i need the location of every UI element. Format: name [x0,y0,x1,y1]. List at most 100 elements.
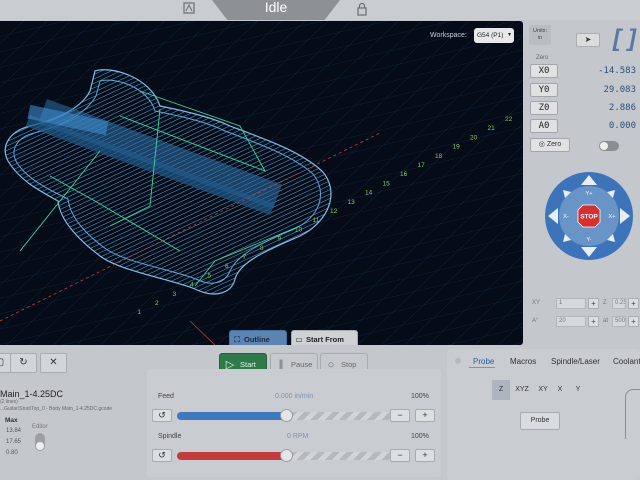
stop-label: STOP [580,214,598,221]
probe-axis-y[interactable]: Y [571,380,585,400]
workspace-label: Workspace: [430,32,467,39]
axis-row-a: A0 0.000 [530,119,638,133]
spindle-slider[interactable] [177,449,395,462]
zero-section-label: Zero [536,55,549,61]
grid-number: 6 [225,263,229,270]
zero-a-button[interactable]: A0 [530,119,558,133]
grid-number: 5 [208,272,212,279]
grid-number: 2 [155,300,159,307]
z-position-value: 2.886 [608,103,636,113]
step-xy-plus-button[interactable]: + [588,298,599,309]
feed-label: Feed [158,393,174,400]
probe-button[interactable]: Probe [520,412,560,430]
outline-label: Outline [244,335,270,344]
x-position-value: -14.583 [598,66,636,76]
reset-icon: ↺ [158,410,166,420]
units-box[interactable]: Units: in [529,25,551,45]
grid-number: 12 [330,208,338,215]
grid-number: 15 [383,180,391,187]
grid-number: 21 [488,125,496,132]
tab-probe[interactable]: Probe [473,357,494,366]
feed-percent: 100% [411,393,429,400]
step-xy-label: XY [532,300,541,306]
probe-axis-z[interactable]: Z [492,380,510,400]
send-button[interactable]: ➤ [576,33,600,47]
start-from-label: Start From [306,335,344,344]
zero-toggle[interactable] [599,141,619,151]
machine-state-tab: Idle [212,0,340,20]
toolpath-render: 22212019181716151413121110987654321 [0,21,523,345]
tools-panel: Probe Macros Spindle/Laser Coolant Z XYZ… [447,349,640,480]
zero-x-button[interactable]: X0 [530,64,558,78]
x-minus-label: X- [563,214,569,220]
start-label: Start [240,360,256,369]
close-file-button[interactable]: ✕ [40,353,67,373]
workspace-select[interactable]: G54 (P1) ▾ [474,28,514,43]
grid-number: 13 [348,199,356,206]
tab-spindle-laser[interactable]: Spindle/Laser [551,357,600,366]
file-name: Main_1-4.25DC [0,389,64,399]
step-a-label: A° [532,318,539,324]
probe-diagram-icon [625,389,640,439]
target-icon: ◎ [538,141,545,148]
feed-reset-button[interactable]: ↺ [152,409,172,422]
tab-coolant[interactable]: Coolant [613,357,640,366]
grid-number: 1 [138,309,142,316]
spindle-slider-knob[interactable] [280,449,293,462]
grid-number: 16 [400,171,408,178]
tab-indicator-icon [455,358,461,364]
step-z-label: Z [603,300,607,306]
spindle-decrease-button[interactable]: − [390,449,410,462]
lock-icon[interactable] [356,2,370,16]
reload-icon: ↻ [19,357,28,368]
right-panel: Units: in ➤ [] Zero X0 -14.583 Y0 29.083… [526,21,640,345]
active-tab-underline [469,367,495,368]
grid-number: 22 [505,116,513,123]
grid-number: 20 [470,134,478,141]
spindle-reset-button[interactable]: ↺ [152,449,172,462]
units-value: in [537,35,543,41]
zero-z-button[interactable]: Z0 [530,101,558,115]
send-icon: ➤ [584,35,592,44]
reset-icon: ↺ [158,450,166,460]
folder-icon: ▢ [0,357,4,368]
chevron-down-icon: ▾ [507,32,511,38]
visualizer-canvas[interactable]: 22 21 20 19 18 17 16 15 14 13 12 11 10 9 8 7 6 5 4 3 2 1 Work… [0,21,523,345]
grid-number: 18 [435,153,443,160]
grid-number: 7 [243,254,247,261]
feed-slider[interactable] [177,409,395,422]
zero-all-button[interactable]: ◎ Zero [530,138,570,152]
probe-axis-xyz[interactable]: XYZ [511,380,533,400]
close-icon: ✕ [49,357,58,368]
probe-icon[interactable] [183,2,197,16]
step-z-input[interactable]: 0.25 [612,298,626,309]
feed-increase-button[interactable]: + [415,409,435,422]
max-label: Max [5,417,18,424]
tab-macros[interactable]: Macros [510,357,536,366]
overrides-card: Feed 0.000 in/min 100% ↺ − + Spindle 0 R… [147,369,441,477]
probe-axis-x[interactable]: X [553,380,567,400]
step-xy-input[interactable]: 1 [556,298,586,309]
step-at-label: at [603,318,609,324]
spindle-percent: 100% [411,433,429,440]
step-z-plus-button[interactable]: + [628,298,639,309]
stop-job-label: Stop [341,360,357,369]
y-position-value: 29.083 [603,85,636,95]
step-at-plus-button[interactable]: + [628,316,639,327]
step-row-a: A° 20 + at 500 + [526,316,640,328]
feed-decrease-button[interactable]: − [390,409,410,422]
zero-y-button[interactable]: Y0 [530,83,558,97]
feed-slider-knob[interactable] [280,409,293,422]
x-plus-label: X+ [609,214,616,220]
probe-axis-xy[interactable]: XY [533,380,553,400]
grid-number: 3 [173,291,177,298]
step-at-input[interactable]: 500 [612,316,626,327]
reload-button[interactable]: ↻ [10,353,37,373]
grid-number: 4 [190,282,194,289]
editor-toggle[interactable] [35,433,45,451]
max-y-value: 17.65 [6,439,22,445]
spindle-increase-button[interactable]: + [415,449,435,462]
editor-label: Editor [32,424,48,430]
step-a-plus-button[interactable]: + [588,316,599,327]
step-a-input[interactable]: 20 [556,316,586,327]
